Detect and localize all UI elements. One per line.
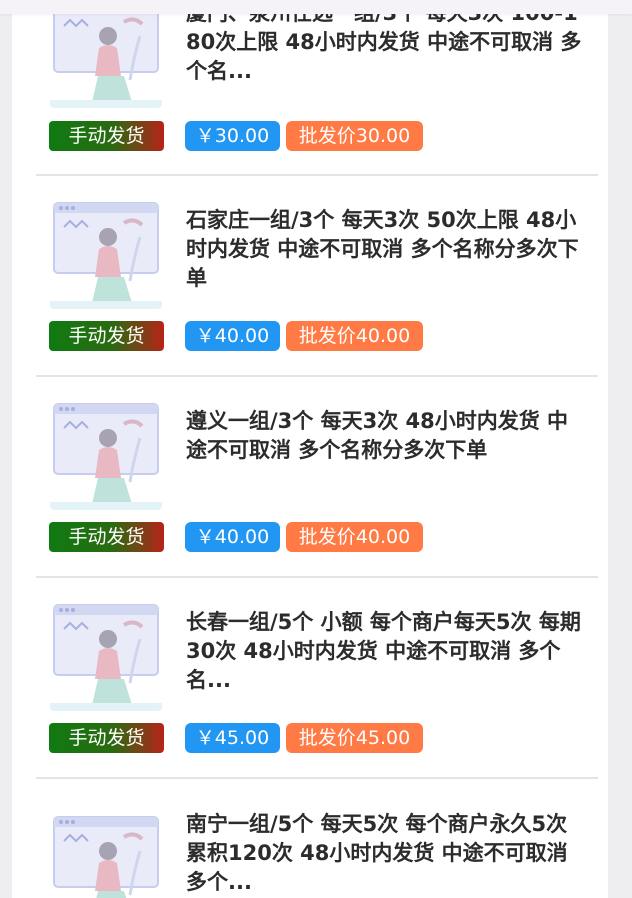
price-badge: ￥45.00 [185,723,280,753]
product-thumbnail-icon [50,398,162,510]
wholesale-price-badge: 批发价45.00 [286,723,423,753]
product-thumbnail-icon [50,0,162,108]
delivery-tag: 手动发货 [49,723,164,753]
product-title: 遵义一组/3个 每天3次 48小时内发货 中途不可取消 多个名称分多次下单 [186,409,569,462]
product-thumbnail-icon [50,197,162,309]
price-badge: ￥40.00 [185,522,280,552]
product-card[interactable]: 厦门、泉州任选一组/3个 每天3次 100-180次上限 48小时内发货 中途不… [36,0,598,174]
top-bar [0,0,632,14]
product-thumbnail-icon [50,811,162,898]
product-title: 石家庄一组/3个 每天3次 50次上限 48小时内发货 中途不可取消 多个名称分… [186,208,579,290]
product-thumbnail-icon [50,599,162,711]
delivery-tag: 手动发货 [49,522,164,552]
wholesale-price-badge: 批发价40.00 [286,321,423,351]
delivery-tag: 手动发货 [49,121,164,151]
product-card[interactable]: 石家庄一组/3个 每天3次 50次上限 48小时内发货 中途不可取消 多个名称分… [36,175,598,375]
product-card[interactable]: 南宁一组/5个 每天5次 每个商户永久5次 累积120次 48小时内发货 中途不… [36,778,598,898]
delivery-tag: 手动发货 [49,321,164,351]
product-card[interactable]: 长春一组/5个 小额 每个商户每天5次 每期30次 48小时内发货 中途不可取消… [36,577,598,777]
wholesale-price-badge: 批发价30.00 [286,121,423,151]
product-card[interactable]: 遵义一组/3个 每天3次 48小时内发货 中途不可取消 多个名称分多次下单 手动… [36,376,598,576]
wholesale-price-badge: 批发价40.00 [286,522,423,552]
price-badge: ￥30.00 [185,121,280,151]
product-title: 长春一组/5个 小额 每个商户每天5次 每期30次 48小时内发货 中途不可取消… [186,610,581,692]
product-title: 南宁一组/5个 每天5次 每个商户永久5次 累积120次 48小时内发货 中途不… [186,812,568,894]
price-badge: ￥40.00 [185,321,280,351]
